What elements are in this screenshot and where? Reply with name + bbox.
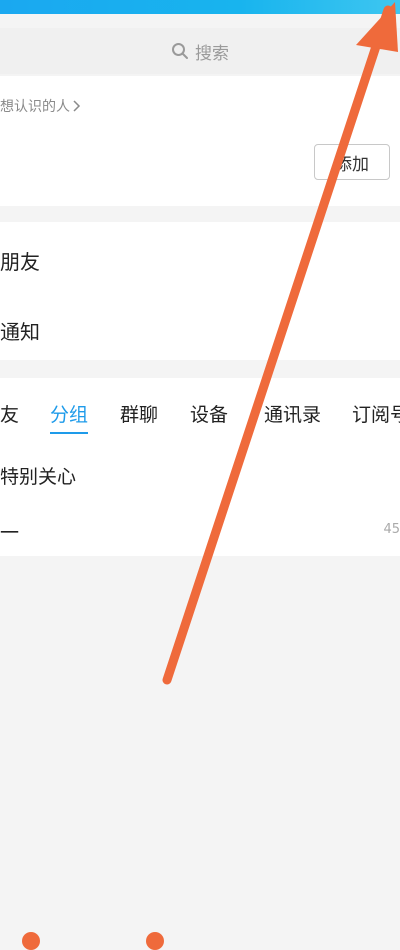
search-icon bbox=[172, 43, 188, 59]
new-friends-row[interactable]: 朋友 bbox=[0, 246, 40, 275]
group-special-care[interactable]: 特别关心 bbox=[0, 462, 76, 489]
annotation-dot-right bbox=[146, 932, 164, 950]
group-row[interactable]: 一 bbox=[0, 518, 19, 545]
notices-card: 朋友 通知 bbox=[0, 222, 400, 360]
contacts-tabs: 友 分组 群聊 设备 通讯录 订阅号 bbox=[0, 378, 400, 436]
suggestion-link[interactable]: 想认识的人 bbox=[0, 96, 82, 116]
group-count: 45 bbox=[383, 522, 400, 537]
add-button[interactable]: 添加 bbox=[314, 144, 390, 180]
chevron-right-icon bbox=[73, 100, 81, 112]
suggestion-hint-text: 想认识的人 bbox=[0, 99, 70, 115]
tab-address-book[interactable]: 通讯录 bbox=[264, 400, 321, 427]
tab-friends[interactable]: 友 bbox=[0, 400, 19, 427]
annotation-dot-left bbox=[22, 932, 40, 950]
tab-subscriptions[interactable]: 订阅号 bbox=[352, 400, 400, 427]
people-you-may-know-card: 想认识的人 添加 bbox=[0, 76, 400, 206]
tab-group-chats[interactable]: 群聊 bbox=[120, 400, 158, 427]
contacts-section: 友 分组 群聊 设备 通讯录 订阅号 特别关心 一 45 bbox=[0, 378, 400, 556]
group-notify-row[interactable]: 通知 bbox=[0, 316, 40, 345]
tab-devices[interactable]: 设备 bbox=[190, 400, 228, 427]
tab-groups[interactable]: 分组 bbox=[50, 400, 89, 434]
search-bar[interactable]: 搜索 bbox=[0, 28, 400, 74]
status-bar bbox=[0, 0, 400, 14]
search-placeholder: 搜索 bbox=[195, 43, 229, 64]
